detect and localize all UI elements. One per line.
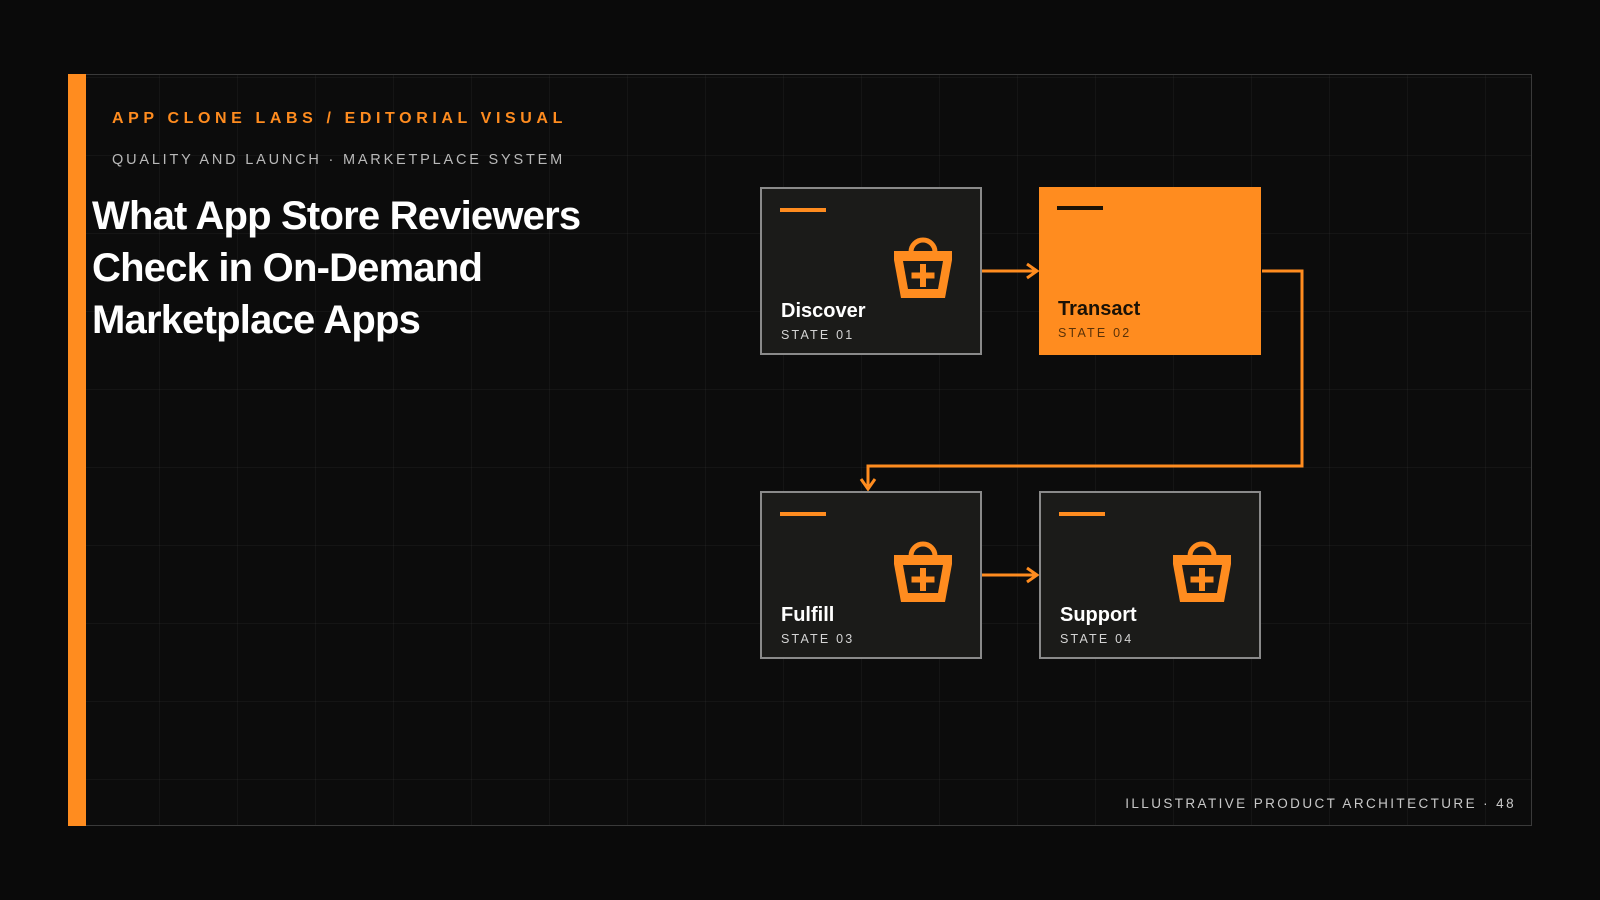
shopping-basket-plus-icon bbox=[894, 541, 952, 602]
node-label: Transact bbox=[1058, 298, 1141, 320]
node-state: STATE 02 bbox=[1058, 326, 1132, 340]
node-dash bbox=[1057, 206, 1103, 210]
node-state: STATE 01 bbox=[781, 328, 855, 342]
node-transact: Transact STATE 02 bbox=[1039, 187, 1261, 355]
node-state: STATE 03 bbox=[781, 632, 855, 646]
connector-fulfill-support bbox=[981, 566, 1040, 584]
node-label: Fulfill bbox=[781, 604, 835, 626]
node-label: Support bbox=[1060, 604, 1137, 626]
connector-layer bbox=[859, 262, 1304, 584]
connector-discover-transact bbox=[981, 262, 1040, 280]
node-dash bbox=[780, 208, 826, 212]
node-dash bbox=[1059, 512, 1105, 516]
node-label: Discover bbox=[781, 300, 866, 322]
footer-caption: ILLUSTRATIVE PRODUCT ARCHITECTURE · 48 bbox=[1125, 796, 1516, 811]
node-dash bbox=[780, 512, 826, 516]
node-state: STATE 04 bbox=[1060, 632, 1134, 646]
node-fulfill: Fulfill STATE 03 bbox=[760, 491, 982, 659]
node-support: Support STATE 04 bbox=[1039, 491, 1261, 659]
shopping-basket-plus-icon bbox=[894, 237, 952, 298]
node-discover: Discover STATE 01 bbox=[760, 187, 982, 355]
shopping-basket-plus-icon bbox=[1173, 541, 1231, 602]
